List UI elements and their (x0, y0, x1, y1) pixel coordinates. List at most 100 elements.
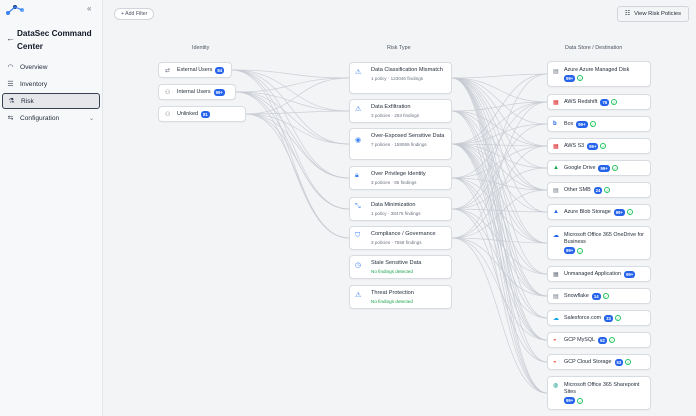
flow-link (451, 101, 548, 179)
store-node-box[interactable]: b Box 99+ ✓ (547, 116, 651, 132)
eye-icon: ◉ (355, 137, 362, 144)
flow-link (451, 208, 548, 213)
risk-node-data-exfiltration[interactable]: ⚠ Data Exfiltration 3 policies · 293 fin… (349, 99, 452, 123)
risk-subtitle: 3 policies · 85 findings (371, 180, 417, 185)
store-label: Box (564, 120, 574, 127)
flow-link (451, 73, 548, 210)
column-header-risk-type: Risk Type (387, 45, 411, 51)
store-node-azure-blob-storage[interactable]: ▲ Azure Blob Storage 99+ ✓ (547, 204, 651, 220)
count-badge: 99+ (564, 397, 576, 404)
identity-node-internal-users[interactable]: ⚇ Internal Users 99+ (158, 84, 236, 100)
collapse-sidebar-icon[interactable]: « (87, 4, 91, 13)
flow-link (451, 101, 548, 239)
flow-link (451, 110, 548, 244)
sidebar-item-label: Overview (20, 63, 48, 71)
flow-link (451, 237, 548, 297)
store-node-gcp-cloud-storage[interactable]: ◒ GCP Cloud Storage 53 ✓ (547, 354, 651, 370)
column-header-data-store: Data Store / Destination (565, 45, 623, 51)
store-label: Azure Blob Storage (564, 208, 611, 215)
sidebar-item-label: Inventory (20, 80, 48, 88)
flow-link (451, 77, 548, 341)
sidebar-item-inventory[interactable]: ☰ Inventory (2, 76, 100, 92)
flow-link (235, 91, 350, 145)
risk-node-over-privilege-identity[interactable]: 🔒︎ Over Privilege Identity 3 policies · … (349, 166, 452, 190)
main-panel: + Add Filter ☷ View Risk Policies Identi… (104, 0, 696, 416)
risk-node-data-classification-mismatch[interactable]: ⚠ Data Classification Mismatch 1 policy … (349, 62, 452, 94)
view-risk-policies-button[interactable]: ☷ View Risk Policies (616, 6, 689, 22)
flow-link (451, 77, 548, 147)
flow-link (451, 143, 548, 319)
store-node-onedrive-for-business[interactable]: ☁ Microsoft Office 365 OneDrive for Busi… (547, 226, 651, 260)
sidebar-item-label: Configuration (20, 114, 60, 122)
clock-icon: ◷ (355, 262, 362, 269)
store-node-aws-s3[interactable]: ▦ AWS S3 99+ ✓ (547, 138, 651, 154)
server-icon: ▤ (553, 188, 559, 194)
users-icon: ⚇ (165, 111, 171, 118)
risk-title: Over Privilege Identity (371, 171, 426, 177)
risk-node-over-exposed-sensitive-data[interactable]: ◉ Over-Exposed Sensitive Data 7 policies… (349, 128, 452, 160)
flow-link (451, 237, 548, 341)
flow-link (451, 110, 548, 394)
risk-node-data-minimization[interactable]: ⤡ Data Minimization 1 policy · 38475 fin… (349, 197, 452, 221)
app-grid-icon: ▦ (553, 272, 559, 278)
store-node-aws-redshift[interactable]: ▦ AWS Redshift 76 ✓ (547, 94, 651, 110)
flow-link (231, 69, 350, 145)
settings-icon: ⇆ (7, 115, 14, 122)
flow-link (245, 113, 350, 179)
store-node-sharepoint-sites[interactable]: ◍ Microsoft Office 365 Sharepoint Sites … (547, 376, 651, 410)
sidebar-item-risk[interactable]: ⚗ Risk (2, 93, 100, 109)
warning-icon: ⚠ (355, 106, 362, 113)
flow-link (451, 77, 548, 297)
identity-node-unlinked[interactable]: ⚇ Unlinked 81 (158, 106, 246, 122)
risk-title: Threat Protection (371, 290, 414, 296)
add-filter-button[interactable]: + Add Filter (114, 8, 155, 20)
risk-title: Over-Exposed Sensitive Data (371, 133, 445, 139)
store-node-other-smb[interactable]: ▤ Other SMB 24 ✓ (547, 182, 651, 198)
store-label: Unmanaged Application (564, 270, 621, 277)
store-label: AWS S3 (564, 142, 585, 149)
flow-link (231, 69, 350, 239)
disk-icon: ▤ (553, 69, 559, 75)
store-node-unmanaged-application[interactable]: ▦ Unmanaged Application 99+ (547, 266, 651, 282)
identity-node-external-users[interactable]: ⇄ External Users 84 (158, 62, 232, 78)
flow-link (451, 208, 548, 275)
flow-link (451, 237, 548, 244)
warning-icon: ⚠ (355, 69, 362, 76)
flow-link (451, 177, 548, 191)
risk-subtitle: No findings detected (371, 269, 413, 274)
flask-icon: ⚗ (8, 98, 15, 105)
check-circle-icon: ✓ (602, 293, 609, 299)
flow-link (231, 69, 350, 210)
count-badge: 99+ (598, 164, 610, 172)
risk-title: Stale Sensitive Data (371, 260, 422, 266)
check-circle-icon: ✓ (604, 187, 611, 193)
flow-link (451, 77, 548, 213)
risk-node-compliance-governance[interactable]: ⛉ Compliance / Governance 3 policies · 7… (349, 226, 452, 250)
flow-link (451, 143, 548, 169)
sidebar: « ← DataSec Command Center ◠ Overview ☰ … (0, 0, 103, 416)
sidebar-item-overview[interactable]: ◠ Overview (2, 59, 100, 75)
flow-link (231, 69, 350, 179)
check-circle-icon: ✓ (625, 359, 632, 365)
sidebar-item-configuration[interactable]: ⇆ Configuration ⌄ (2, 110, 100, 126)
check-circle-icon: ✓ (614, 315, 621, 321)
check-circle-icon: ✓ (577, 75, 584, 81)
risk-title: Data Minimization (371, 202, 416, 208)
store-node-snowflake[interactable]: ▤ Snowflake 14 ✓ (547, 288, 651, 304)
risk-title: Data Exfiltration (371, 104, 411, 110)
store-node-salesforce[interactable]: ☁ Salesforce.com 33 ✓ (547, 310, 651, 326)
flow-link (451, 177, 548, 297)
risk-subtitle: 3 policies · 7558 findings (371, 240, 422, 245)
flow-link (451, 143, 548, 297)
identity-label: External Users (177, 67, 213, 73)
store-node-azure-managed-disk[interactable]: ▤ Azure Azure Managed Disk 99+ ✓ (547, 61, 651, 87)
store-node-google-drive[interactable]: ▲ Google Drive 99+ ✓ (547, 160, 651, 176)
flow-link (451, 208, 548, 363)
sharepoint-icon: ◍ (553, 383, 559, 389)
back-arrow-icon[interactable]: ← (6, 33, 15, 43)
risk-node-stale-sensitive-data[interactable]: ◷ Stale Sensitive Data No findings detec… (349, 255, 452, 279)
risk-subtitle: 1 policy · 38475 findings (371, 211, 421, 216)
risk-node-threat-protection[interactable]: ⚠ Threat Protection No findings detected (349, 285, 452, 309)
flow-link (235, 91, 350, 239)
store-node-gcp-mysql[interactable]: ◒ GCP MySQL 62 ✓ (547, 332, 651, 348)
